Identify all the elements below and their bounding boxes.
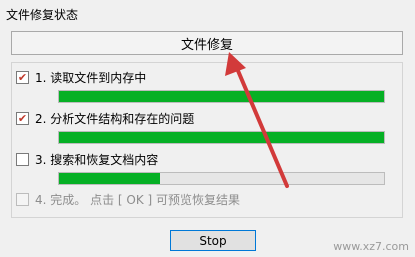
step-1-progress-bar xyxy=(58,90,385,103)
step-3-progress-fill xyxy=(59,173,160,184)
steps-panel: ✔ 1. 读取文件到内存中 ✔ 2. 分析文件结构和存在的问题 3. 搜索和恢复… xyxy=(11,62,403,218)
check-icon: ✔ xyxy=(17,70,28,84)
step-3-checkbox[interactable] xyxy=(16,152,29,166)
step-2-checkbox[interactable]: ✔ xyxy=(16,111,29,125)
step-2-progress-fill xyxy=(59,132,384,143)
step-3-label: 3. 搜索和恢复文档内容 xyxy=(35,152,159,167)
step-1-checkbox[interactable]: ✔ xyxy=(16,70,29,84)
step-4-label: 4. 完成。 点击 [ OK ] 可预览恢复结果 xyxy=(35,192,241,207)
step-4: 4. 完成。 点击 [ OK ] 可预览恢复结果 xyxy=(16,191,240,207)
step-3: 3. 搜索和恢复文档内容 xyxy=(16,151,158,167)
step-1-progress-fill xyxy=(59,91,384,102)
step-2-label: 2. 分析文件结构和存在的问题 xyxy=(35,111,195,126)
window-title: 文件修复状态 xyxy=(6,8,79,22)
step-2-progress-bar xyxy=(58,131,385,144)
stop-button[interactable]: Stop xyxy=(170,230,256,251)
step-3-progress-bar xyxy=(58,172,385,185)
step-4-checkbox[interactable] xyxy=(16,192,29,206)
repair-header-label: 文件修复 xyxy=(180,37,233,53)
step-1: ✔ 1. 读取文件到内存中 xyxy=(16,69,146,85)
repair-header: 文件修复 xyxy=(11,31,403,55)
step-2: ✔ 2. 分析文件结构和存在的问题 xyxy=(16,110,194,126)
check-icon: ✔ xyxy=(17,111,28,125)
watermark: www.xz7.com xyxy=(333,240,409,253)
step-1-label: 1. 读取文件到内存中 xyxy=(35,70,147,85)
